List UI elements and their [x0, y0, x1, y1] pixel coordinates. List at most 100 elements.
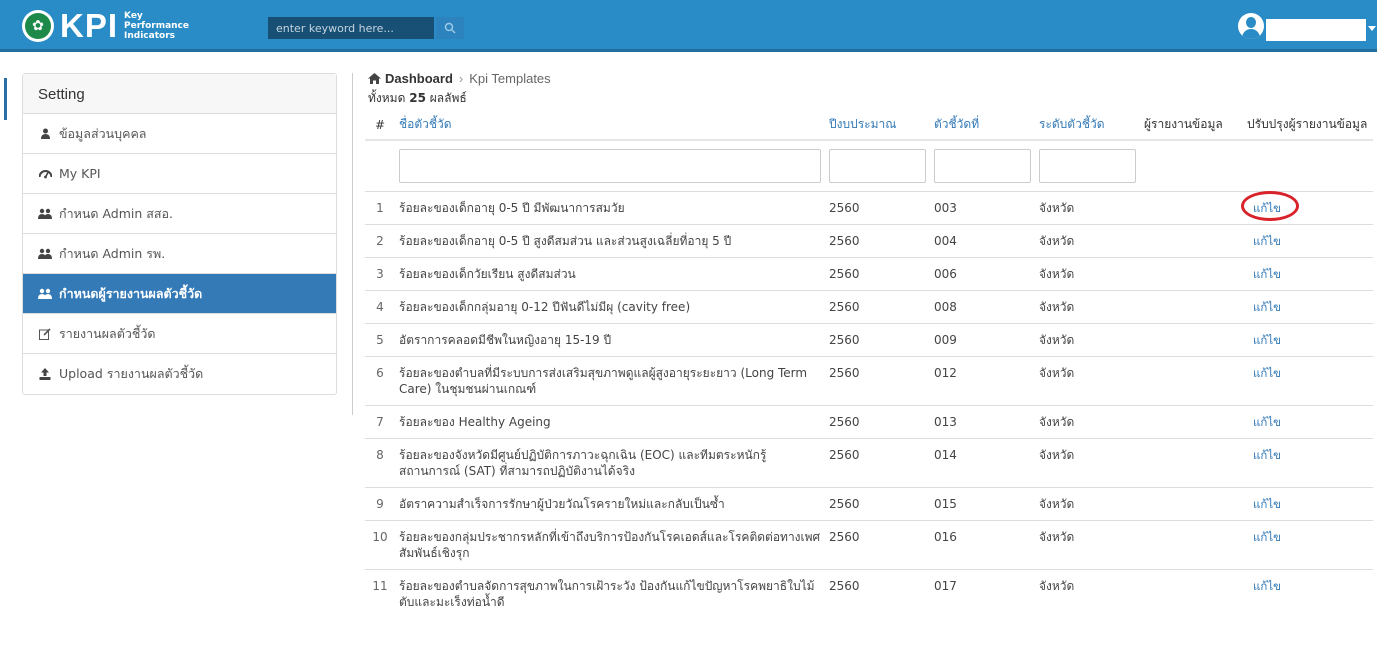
kpi-year-cell: 2560 — [825, 290, 930, 324]
kpi-reporter-cell — [1140, 569, 1243, 618]
kpi-year-cell: 2560 — [825, 224, 930, 258]
top-navbar: ✿ KPI Key Performance Indicators — [0, 0, 1377, 52]
kpi-code-cell: 016 — [930, 520, 1035, 570]
kpi-year-cell: 2560 — [825, 356, 930, 406]
kpi-action-cell: แก้ไข — [1243, 257, 1373, 291]
app-logo[interactable]: ✿ KPI Key Performance Indicators — [22, 9, 202, 43]
search-input[interactable] — [268, 17, 434, 39]
column-header-reporter: ผู้รายงานข้อมูล — [1140, 110, 1243, 141]
kpi-name-cell: ร้อยละของเด็กอายุ 0-5 ปี สูงดีสมส่วน และ… — [395, 224, 825, 258]
row-number: 8 — [365, 438, 395, 488]
edit-icon — [37, 327, 53, 340]
row-number: 7 — [365, 405, 395, 439]
kpi-year-cell: 2560 — [825, 257, 930, 291]
edit-link-wrap: แก้ไข — [1253, 496, 1281, 512]
breadcrumb-separator: › — [458, 71, 464, 86]
filter-year-input[interactable] — [829, 149, 926, 183]
sidebar-item-label: กำหนด Admin รพ. — [59, 245, 166, 261]
filter-name-input[interactable] — [399, 149, 821, 183]
edit-reporter-link[interactable]: แก้ไข — [1253, 448, 1281, 462]
edit-reporter-link[interactable]: แก้ไข — [1253, 267, 1281, 281]
sidebar-item-upload[interactable]: Upload รายงานผลตัวชี้วัด — [23, 354, 336, 394]
dashboard-icon — [37, 168, 53, 179]
result-count-value: 25 — [409, 91, 426, 105]
edit-link-wrap: แก้ไข — [1253, 233, 1281, 249]
row-number: 1 — [365, 191, 395, 225]
user-menu[interactable] — [1266, 19, 1366, 41]
kpi-level-cell: จังหวัด — [1035, 257, 1140, 291]
kpi-templates-table: # ชื่อตัวชี้วัด ปีงบประมาณ ตัวชี้วัดที่ … — [365, 110, 1373, 618]
kpi-year-cell: 2560 — [825, 405, 930, 439]
kpi-name-cell: ร้อยละของตำบลจัดการสุขภาพในการเฝ้าระวัง … — [395, 569, 825, 618]
column-header-year[interactable]: ปีงบประมาณ — [825, 110, 930, 141]
kpi-code-cell: 003 — [930, 191, 1035, 225]
caret-down-icon[interactable] — [1368, 26, 1376, 31]
kpi-code-cell: 015 — [930, 487, 1035, 521]
kpi-level-cell: จังหวัด — [1035, 520, 1140, 570]
filter-code-input[interactable] — [934, 149, 1031, 183]
column-header-level[interactable]: ระดับตัวชี้วัด — [1035, 110, 1140, 141]
result-count-suffix: ผลลัพธ์ — [429, 91, 467, 105]
sidebar-item-label: กำหนดผู้รายงานผลตัวชี้วัด — [59, 285, 203, 301]
result-count-prefix: ทั้งหมด — [368, 91, 406, 105]
edit-reporter-link[interactable]: แก้ไข — [1253, 579, 1281, 593]
table-row: 7 ร้อยละของ Healthy Ageing 2560 013 จังหวัด แ… — [365, 405, 1373, 439]
edit-reporter-link[interactable]: แก้ไข — [1253, 530, 1281, 544]
table-row: 2 ร้อยละของเด็กอายุ 0-5 ปี สูงดีสมส่วน แล… — [365, 224, 1373, 258]
sidebar-item-label: Upload รายงานผลตัวชี้วัด — [59, 366, 204, 381]
kpi-level-cell: จังหวัด — [1035, 191, 1140, 225]
kpi-level-cell: จังหวัด — [1035, 356, 1140, 406]
edit-reporter-link[interactable]: แก้ไข — [1253, 497, 1281, 511]
table-row: 1 ร้อยละของเด็กอายุ 0-5 ปี มีพัฒนาการสมวั… — [365, 191, 1373, 225]
upload-icon — [37, 368, 53, 380]
filter-cell-name — [395, 140, 825, 192]
edit-link-wrap: แก้ไข — [1253, 414, 1281, 430]
edit-reporter-link[interactable]: แก้ไข — [1253, 366, 1281, 380]
filter-cell-code — [930, 140, 1035, 192]
kpi-reporter-cell — [1140, 405, 1243, 439]
kpi-name-cell: ร้อยละของเด็กวัยเรียน สูงดีสมส่วน — [395, 257, 825, 291]
sidebar-item-admin-sso[interactable]: กำหนด Admin สสอ. — [23, 194, 336, 234]
search-button[interactable] — [436, 17, 464, 39]
row-number: 11 — [365, 569, 395, 618]
edit-reporter-link[interactable]: แก้ไข — [1253, 234, 1281, 248]
table-row: 3 ร้อยละของเด็กวัยเรียน สูงดีสมส่วน 2560 00… — [365, 257, 1373, 291]
kpi-name-cell: ร้อยละของ Healthy Ageing — [395, 405, 825, 439]
sidebar-item-label: กำหนด Admin สสอ. — [59, 205, 174, 221]
sidebar-item-profile[interactable]: ข้อมูลส่วนบุคคล — [23, 114, 336, 154]
search-icon — [444, 22, 456, 34]
kpi-reporter-cell — [1140, 520, 1243, 570]
column-header-name[interactable]: ชื่อตัวชี้วัด — [395, 110, 825, 141]
filter-cell-empty — [1243, 140, 1373, 192]
edit-reporter-link[interactable]: แก้ไข — [1253, 415, 1281, 429]
kpi-action-cell: แก้ไข — [1243, 520, 1373, 570]
breadcrumb-dashboard-link[interactable]: Dashboard — [385, 71, 453, 86]
edit-reporter-link[interactable]: แก้ไข — [1253, 333, 1281, 347]
kpi-reporter-cell — [1140, 356, 1243, 406]
sidebar-item-admin-hospital[interactable]: กำหนด Admin รพ. — [23, 234, 336, 274]
edit-link-wrap: แก้ไข — [1253, 529, 1281, 545]
edit-reporter-link[interactable]: แก้ไข — [1253, 300, 1281, 314]
table-row: 8 ร้อยละของจังหวัดมีศูนย์ปฏิบัติการภาวะฉุ… — [365, 438, 1373, 488]
filter-level-input[interactable] — [1039, 149, 1136, 183]
edit-link-wrap: แก้ไข — [1253, 266, 1281, 282]
kpi-level-cell: จังหวัด — [1035, 290, 1140, 324]
kpi-reporter-cell — [1140, 438, 1243, 488]
kpi-name-cell: อัตราการคลอดมีชีพในหญิงอายุ 15-19 ปี — [395, 323, 825, 357]
kpi-code-cell: 004 — [930, 224, 1035, 258]
row-number: 2 — [365, 224, 395, 258]
column-header-code[interactable]: ตัวชี้วัดที่ — [930, 110, 1035, 141]
users-icon — [37, 248, 53, 259]
kpi-action-cell: แก้ไข — [1243, 569, 1373, 618]
kpi-reporter-cell — [1140, 224, 1243, 258]
sidebar-item-assign-reporter[interactable]: กำหนดผู้รายงานผลตัวชี้วัด — [23, 274, 336, 314]
user-avatar[interactable] — [1238, 13, 1264, 39]
kpi-code-cell: 017 — [930, 569, 1035, 618]
sidebar-item-my-kpi[interactable]: My KPI — [23, 154, 336, 194]
kpi-action-cell: แก้ไข — [1243, 323, 1373, 357]
table-row: 11 ร้อยละของตำบลจัดการสุขภาพในการเฝ้าระวั… — [365, 569, 1373, 618]
sidebar-item-report[interactable]: รายงานผลตัวชี้วัด — [23, 314, 336, 354]
table-row: 5 อัตราการคลอดมีชีพในหญิงอายุ 15-19 ปี 256… — [365, 323, 1373, 357]
breadcrumb-current: Kpi Templates — [469, 71, 551, 86]
kpi-code-cell: 009 — [930, 323, 1035, 357]
